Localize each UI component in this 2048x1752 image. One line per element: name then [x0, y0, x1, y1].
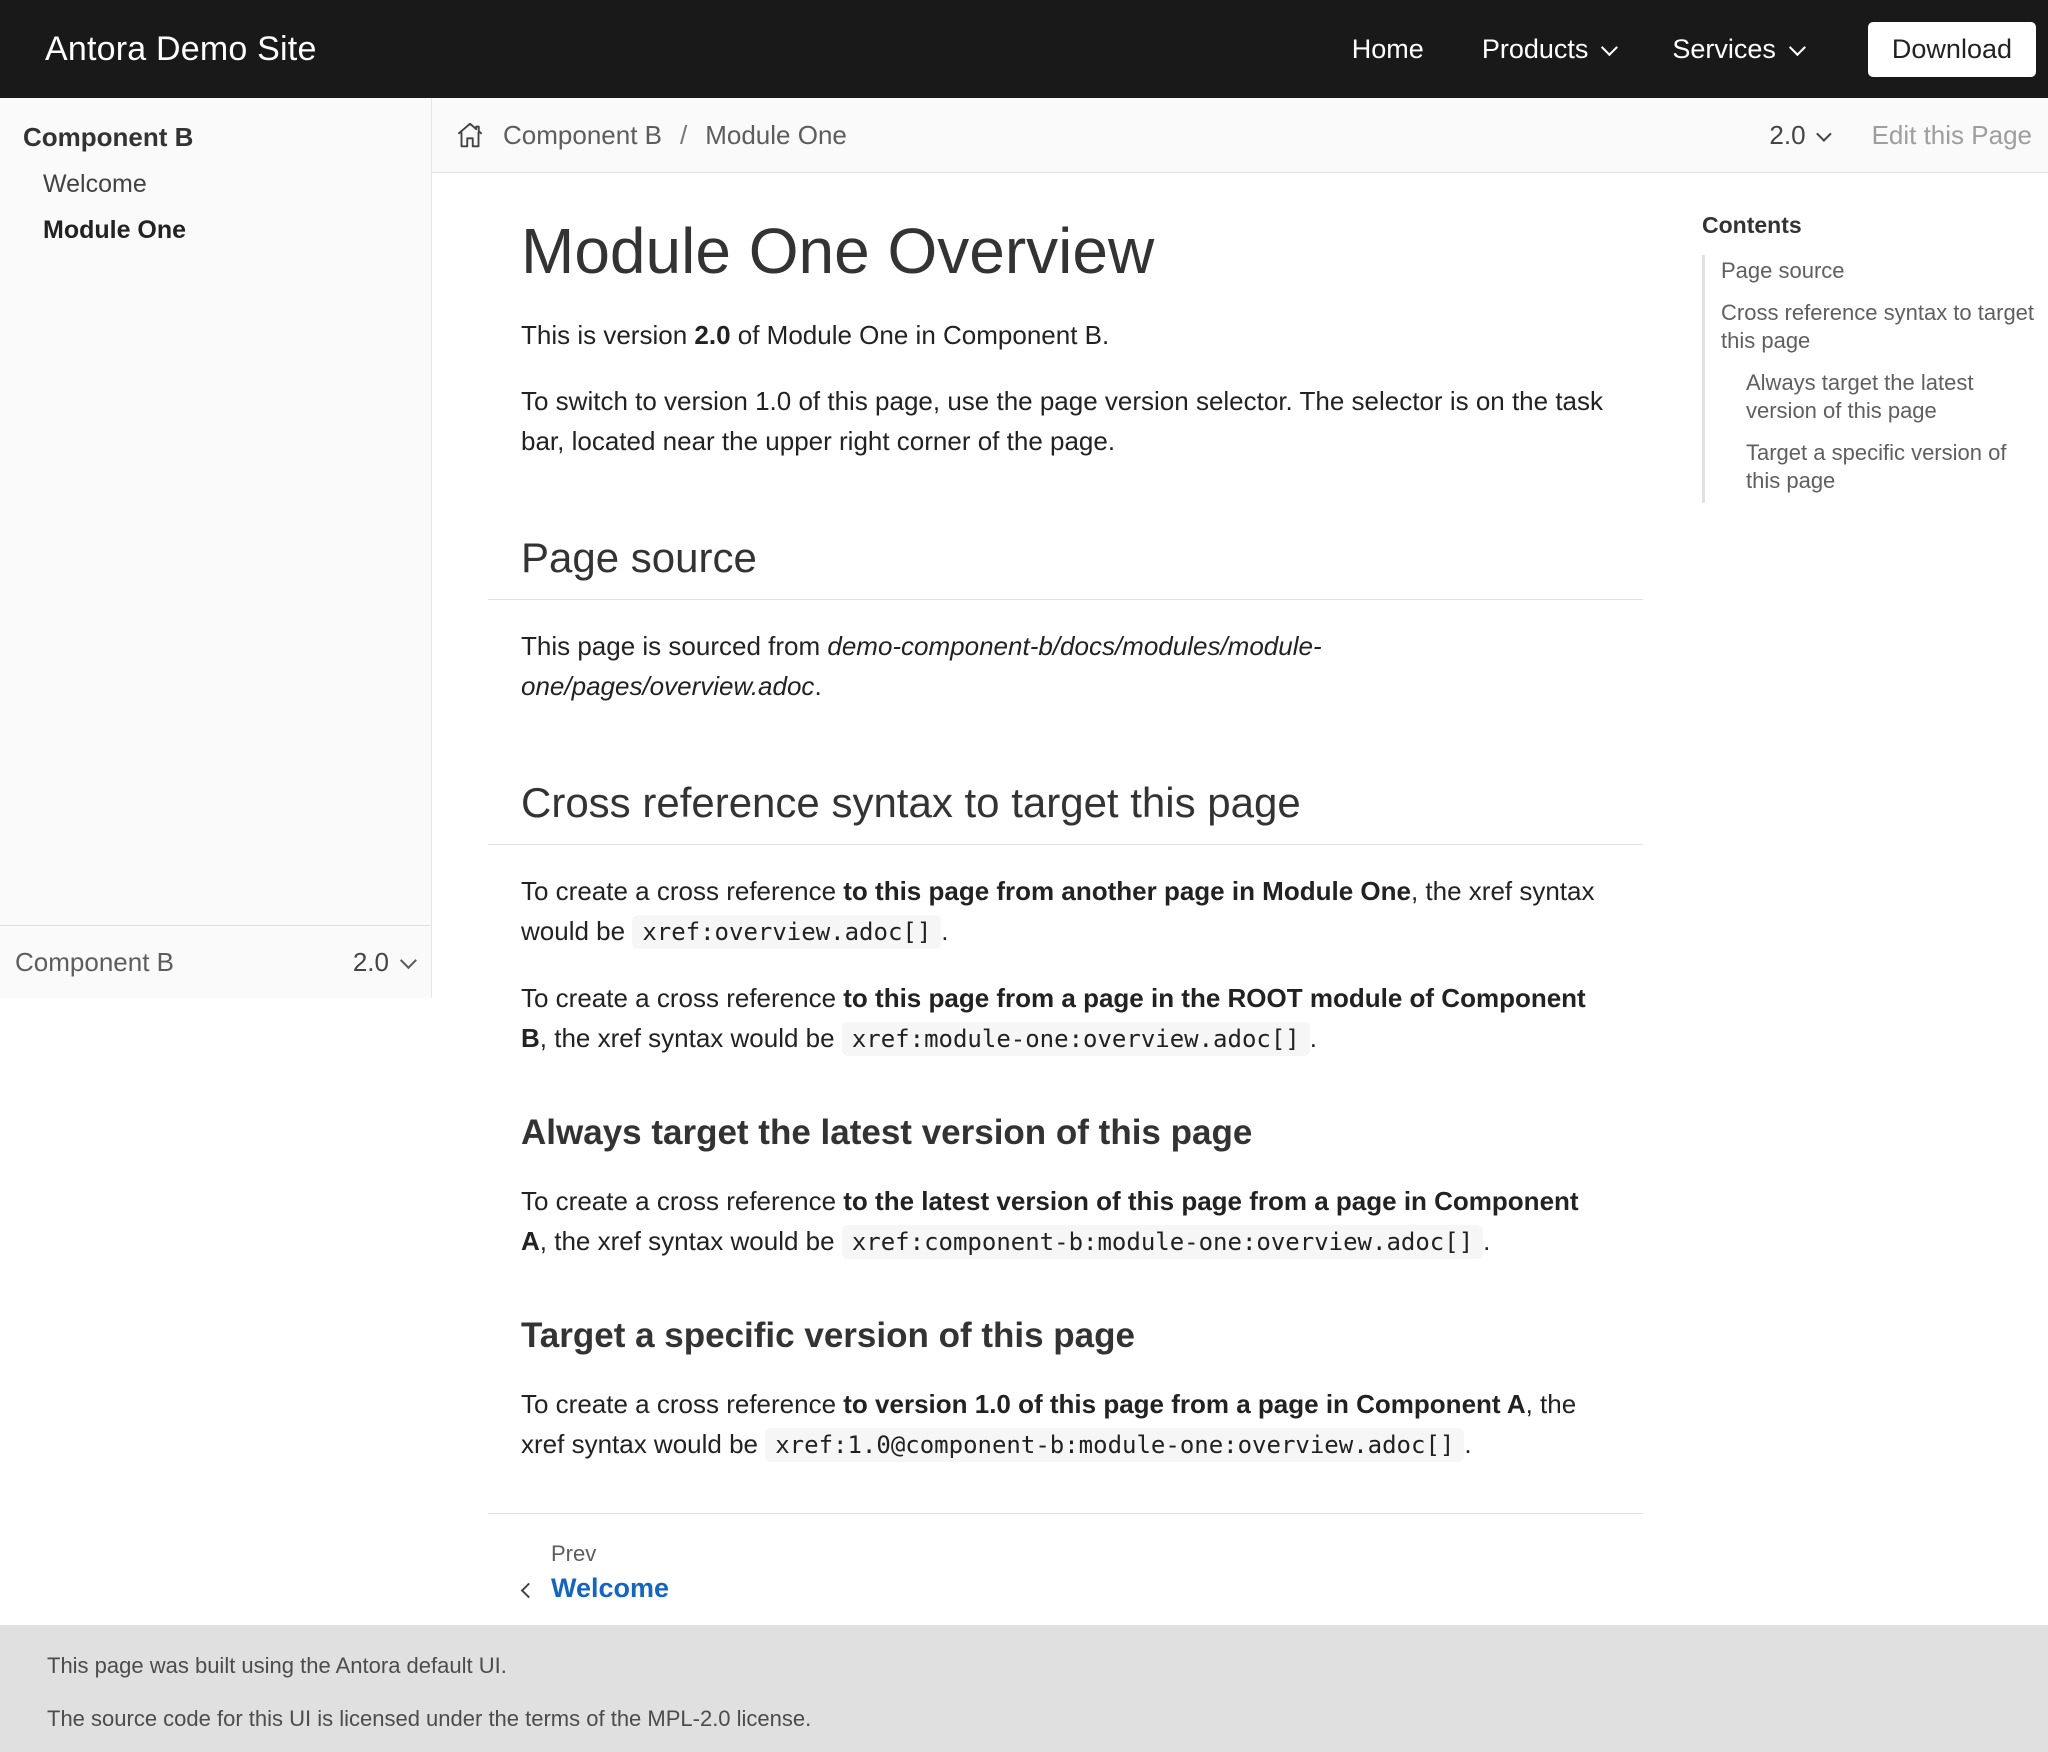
text-run: . [1464, 1429, 1471, 1459]
component-version-selector[interactable]: Component B 2.0 [0, 925, 431, 998]
chevron-left-icon [521, 1583, 537, 1599]
nav-link-products[interactable]: Products [1482, 34, 1615, 65]
download-button[interactable]: Download [1868, 22, 2036, 77]
code-span: xref:overview.adoc[] [632, 915, 941, 949]
version-bar-component: Component B [15, 947, 174, 978]
toc-list: Page source Cross reference syntax to tar… [1702, 255, 2038, 503]
toc-item[interactable]: Cross reference syntax to target this pa… [1721, 299, 2038, 355]
version-number: 2.0 [353, 947, 389, 978]
edit-this-page-link[interactable]: Edit this Page [1872, 120, 2032, 151]
doc-section-heading: Cross reference syntax to target this pa… [488, 778, 1643, 845]
doc-paragraph: To create a cross reference to the lates… [521, 1181, 1610, 1262]
bold-text: to version 1.0 of this page from a page … [843, 1389, 1525, 1419]
breadcrumb-separator: / [680, 120, 687, 151]
nav-sidebar: Component B Welcome Module One Component … [0, 98, 432, 998]
toc-item[interactable]: Always target the latest version of this… [1721, 369, 2038, 425]
nav-link-label: Services [1672, 34, 1776, 65]
chevron-down-icon [1816, 126, 1832, 142]
text-run: . [1310, 1023, 1317, 1053]
doc-paragraph: To create a cross reference to this page… [521, 871, 1610, 952]
content-wrap: Module One Overview This is version 2.0 … [432, 173, 2048, 1625]
text-run: To create a cross reference [521, 876, 843, 906]
text-run: of Module One in Component B. [731, 320, 1110, 350]
doc-paragraph: To create a cross reference to version 1… [521, 1384, 1610, 1465]
code-span: xref:1.0@component-b:module-one:overview… [765, 1428, 1464, 1462]
bold-text: 2.0 [694, 320, 730, 350]
pagination-prev: Prev Welcome [521, 1540, 1610, 1608]
text-run: . [1483, 1226, 1490, 1256]
page-shell: Component B Welcome Module One Component … [0, 98, 2048, 1625]
toc-item[interactable]: Page source [1721, 257, 2038, 285]
nav-link-label: Home [1352, 34, 1424, 65]
breadcrumb-item[interactable]: Component B [503, 120, 662, 151]
breadcrumb: Component B / Module One [455, 120, 847, 151]
text-run: To create a cross reference [521, 983, 843, 1013]
doc-paragraph: To create a cross reference to this page… [521, 978, 1610, 1059]
breadcrumb-item: Module One [705, 120, 847, 151]
sidebar-nav-list: Welcome Module One [23, 169, 415, 245]
text-run: To create a cross reference [521, 1186, 843, 1216]
text-run: This page is sourced from [521, 631, 827, 661]
footer-line: The source code for this UI is licensed … [47, 1705, 2001, 1733]
nav-link-label: Products [1482, 34, 1589, 65]
page-title: Module One Overview [521, 213, 1610, 289]
chevron-down-icon [1601, 39, 1618, 56]
chevron-down-icon [400, 952, 417, 969]
chevron-down-icon [1789, 39, 1806, 56]
footer-line: This page was built using the Antora def… [47, 1652, 2001, 1680]
text-run: , the xref syntax would be [540, 1226, 842, 1256]
toolbar-right: 2.0 Edit this Page [1769, 120, 2032, 151]
text-run: . [814, 671, 821, 701]
sidebar-component-title[interactable]: Component B [23, 122, 415, 152]
sidebar-item-module-one[interactable]: Module One [43, 215, 415, 245]
sidebar-item-welcome[interactable]: Welcome [43, 169, 415, 199]
main-area: Component B / Module One 2.0 Edit this Pag… [432, 98, 2048, 1625]
home-icon[interactable] [455, 120, 485, 150]
doc-article: Module One Overview This is version 2.0 … [488, 213, 1643, 1608]
text-run: To create a cross reference [521, 1389, 843, 1419]
doc-paragraph: This page is sourced from demo-component… [521, 626, 1610, 706]
code-span: xref:module-one:overview.adoc[] [842, 1022, 1310, 1056]
page-version-selector[interactable]: 2.0 [1769, 120, 1827, 151]
pagination: Prev Welcome [488, 1513, 1643, 1608]
doc-section-heading: Always target the latest version of this… [521, 1111, 1610, 1155]
toc-sidebar: Contents Page source Cross reference synt… [1702, 211, 2038, 503]
navbar-links: Home Products Services Download [1352, 22, 2036, 77]
bold-text: to this page from another page in Module… [843, 876, 1411, 906]
navbar: Antora Demo Site Home Products Services Do… [0, 0, 2048, 98]
doc-paragraph: To switch to version 1.0 of this page, u… [521, 381, 1610, 461]
nav-link-home[interactable]: Home [1352, 34, 1424, 65]
page-footer: This page was built using the Antora def… [0, 1625, 2048, 1752]
site-title[interactable]: Antora Demo Site [45, 30, 317, 69]
text-run: To switch to version 1.0 of this page, u… [521, 386, 1603, 456]
doc-section-heading: Target a specific version of this page [521, 1314, 1610, 1358]
toc-item[interactable]: Target a specific version of this page [1721, 439, 2038, 495]
version-bar-version: 2.0 [353, 947, 413, 978]
page-version-number: 2.0 [1769, 120, 1805, 151]
text-run: . [941, 916, 948, 946]
doc-section-heading: Page source [488, 533, 1643, 600]
text-run: , the xref syntax would be [540, 1023, 842, 1053]
pagination-prev-label: Prev [551, 1540, 1610, 1568]
nav-link-services[interactable]: Services [1672, 34, 1802, 65]
code-span: xref:component-b:module-one:overview.ado… [842, 1225, 1483, 1259]
toolbar: Component B / Module One 2.0 Edit this Pag… [432, 98, 2048, 173]
doc-paragraph: This is version 2.0 of Module One in Com… [521, 315, 1610, 355]
text-run: This is version [521, 320, 694, 350]
nav-tree: Component B Welcome Module One [0, 98, 431, 261]
pagination-prev-link[interactable]: Welcome [551, 1569, 669, 1607]
toc-title: Contents [1702, 211, 2038, 239]
